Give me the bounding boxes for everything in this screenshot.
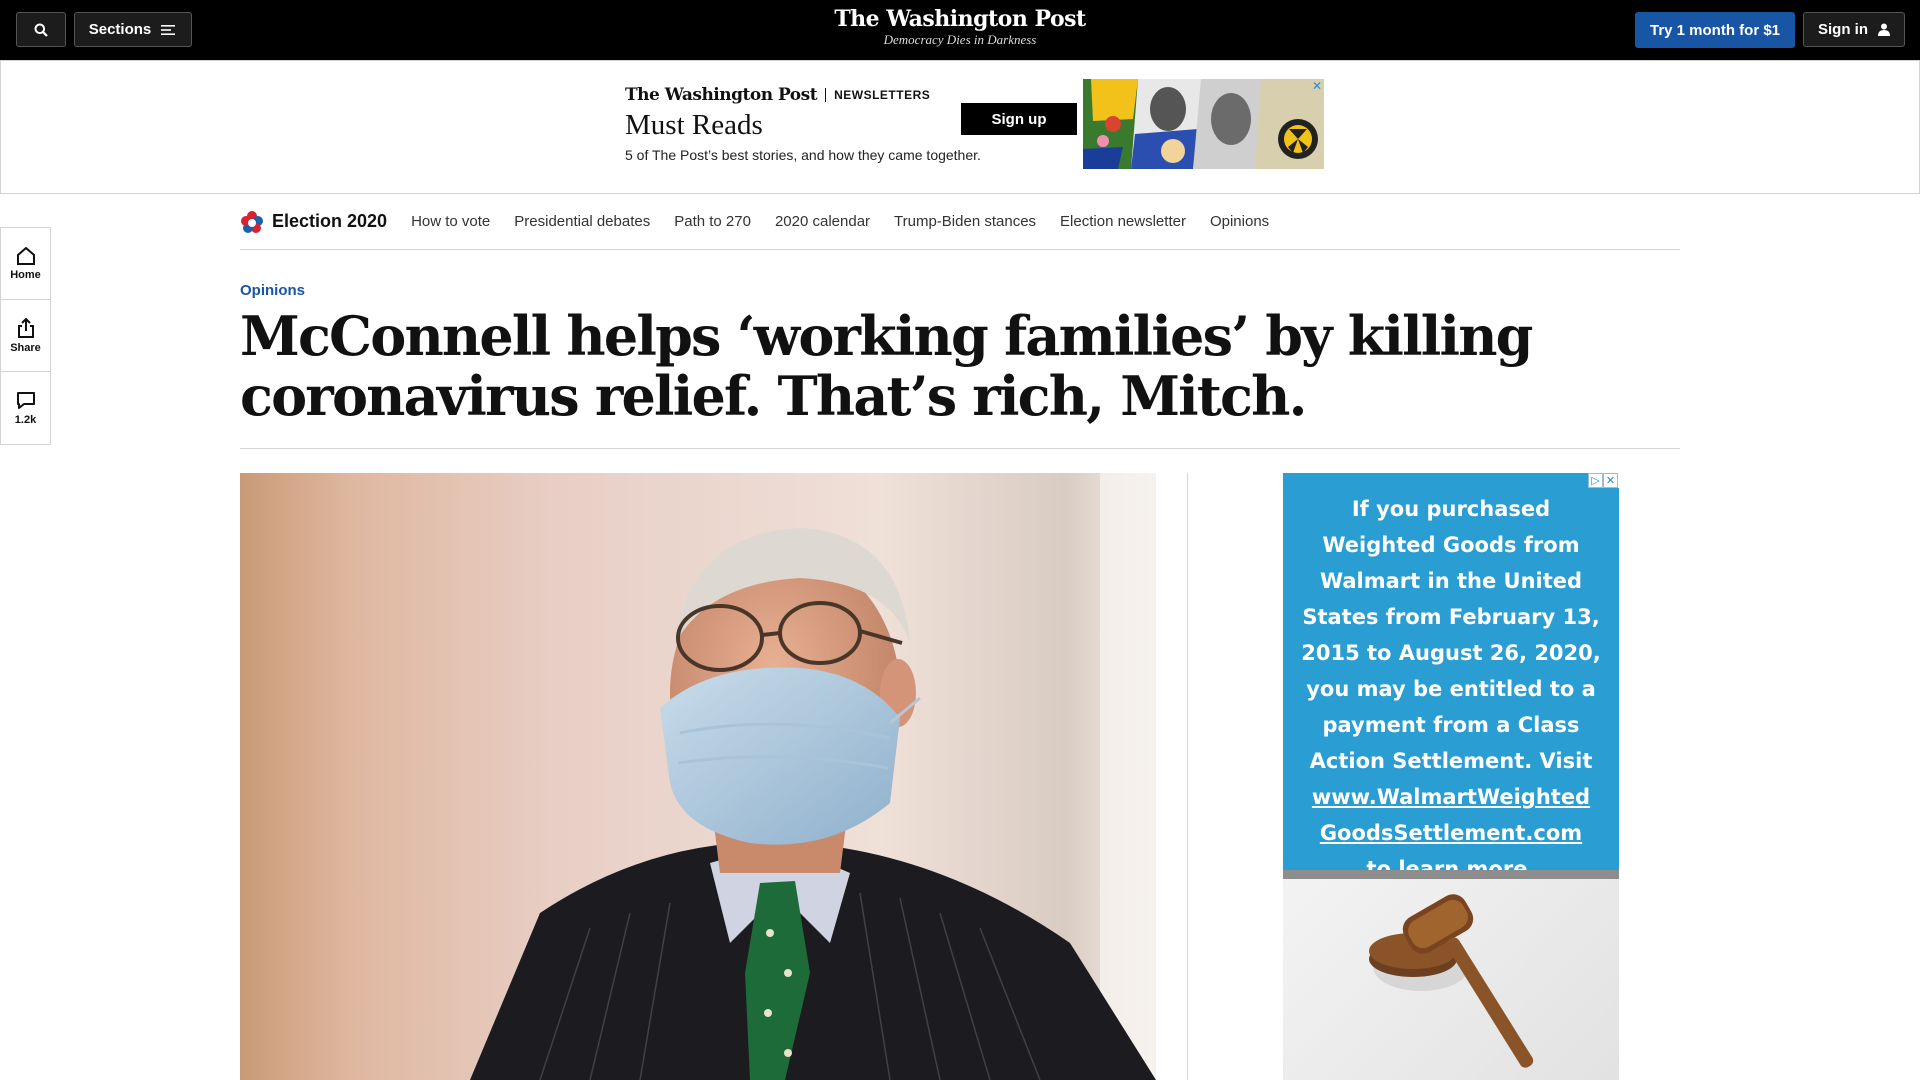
article-headline: McConnell helps ‘working families’ by ki… (240, 304, 1533, 428)
nav-link-path-to-270[interactable]: Path to 270 (674, 213, 751, 230)
ad-choices-controls[interactable]: ▷ ✕ (1588, 473, 1619, 488)
comments-count: 1.2k (14, 413, 37, 426)
gavel-icon (1369, 894, 1534, 1068)
ad-divider-band (1283, 870, 1619, 879)
search-icon (34, 23, 48, 37)
nav-link-presidential-debates[interactable]: Presidential debates (514, 213, 650, 230)
ad-info-icon[interactable]: ▷ (1588, 473, 1603, 488)
nav-link-2020-calendar[interactable]: 2020 calendar (775, 213, 870, 230)
photo-illustration (240, 473, 1156, 1080)
newsletter-signup-button[interactable]: Sign up (961, 103, 1077, 135)
comments-button[interactable]: 1.2k (1, 372, 50, 444)
election-nav-title[interactable]: Election 2020 (272, 211, 387, 232)
ad-link-part-2[interactable]: GoodsSettlement.com (1320, 821, 1582, 845)
column-divider (1187, 473, 1188, 1080)
ad-text-panel: If you purchased Weighted Goods from Wal… (1283, 473, 1619, 881)
sign-in-button[interactable]: Sign in (1803, 12, 1905, 47)
sign-in-label: Sign in (1818, 21, 1868, 38)
ad-copy: If you purchased Weighted Goods from Wal… (1283, 491, 1619, 887)
ad-close-icon[interactable]: ✕ (1310, 79, 1324, 93)
home-icon (16, 246, 35, 265)
lead-article-photo[interactable] (240, 473, 1156, 1080)
home-label: Home (10, 268, 41, 281)
ad-copy-main: If you purchased Weighted Goods from Wal… (1301, 497, 1601, 773)
election-star-icon (241, 210, 263, 233)
nav-link-election-newsletter[interactable]: Election newsletter (1060, 213, 1186, 230)
nav-link-opinions[interactable]: Opinions (1210, 213, 1269, 230)
sidebar-advertisement[interactable]: If you purchased Weighted Goods from Wal… (1283, 473, 1619, 1080)
newsletter-ad-collage-image (1083, 79, 1324, 169)
search-button[interactable] (16, 12, 66, 47)
election-2020-nav: Election 2020 How to vote Presidential d… (240, 194, 1680, 250)
home-button[interactable]: Home (1, 228, 50, 300)
newsletter-ad-logo: The Washington Post (625, 85, 818, 105)
newsletter-ad-label: NEWSLETTERS (834, 88, 931, 102)
top-navigation-bar: Sections The Washington Post Democracy D… (0, 0, 1920, 60)
subscribe-button[interactable]: Try 1 month for $1 (1635, 12, 1795, 48)
brand-logo[interactable]: The Washington Post Democracy Dies in Da… (760, 6, 1160, 48)
brand-name: The Washington Post (834, 6, 1086, 32)
share-icon (17, 317, 34, 338)
newsletter-ad-banner[interactable]: The Washington Post NEWSLETTERS Must Rea… (0, 60, 1920, 194)
brand-tagline: Democracy Dies in Darkness (883, 32, 1037, 47)
newsletter-ad-header: The Washington Post NEWSLETTERS (625, 85, 930, 105)
ad-link-part-1[interactable]: www.WalmartWeighted (1312, 785, 1590, 809)
article-kicker[interactable]: Opinions (240, 282, 305, 299)
comment-icon (16, 391, 35, 409)
hamburger-icon (161, 24, 176, 35)
newsletter-ad-description: 5 of The Post’s best stories, and how th… (625, 147, 981, 163)
ad-close-icon[interactable]: ✕ (1603, 473, 1618, 488)
share-button[interactable]: Share (1, 300, 50, 372)
sections-label: Sections (88, 21, 152, 38)
divider (240, 448, 1680, 449)
ad-gavel-image (1283, 879, 1619, 1080)
user-icon (1878, 23, 1890, 36)
divider (825, 88, 827, 102)
nav-link-trump-biden-stances[interactable]: Trump-Biden stances (894, 213, 1036, 230)
sections-menu-button[interactable]: Sections (74, 12, 192, 47)
nav-link-how-to-vote[interactable]: How to vote (411, 213, 490, 230)
left-share-rail: Home Share 1.2k (0, 227, 51, 445)
newsletter-ad-title: Must Reads (625, 109, 763, 141)
share-label: Share (10, 341, 41, 354)
